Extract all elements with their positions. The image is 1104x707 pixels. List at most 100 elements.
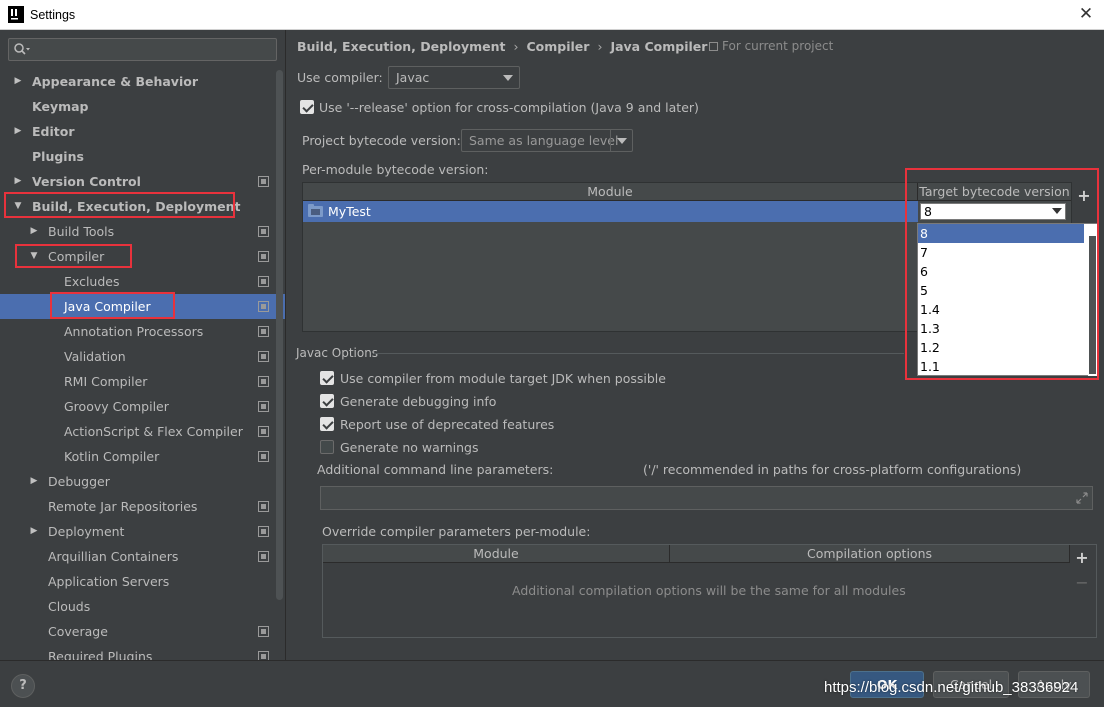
project-bytecode-label: Project bytecode version:	[302, 133, 461, 148]
override-options-header[interactable]: Compilation options	[670, 545, 1070, 563]
dropdown-option[interactable]: 8	[918, 224, 1084, 243]
sidebar-item[interactable]: ▶ Build Tools	[0, 219, 285, 244]
search-input[interactable]	[8, 38, 277, 61]
sidebar-item-label: Remote Jar Repositories	[48, 499, 198, 514]
sidebar-item-label: ActionScript & Flex Compiler	[64, 424, 243, 439]
javac-option-label: Generate no warnings	[340, 440, 479, 455]
target-bytecode-select[interactable]: 8	[920, 203, 1066, 220]
chevron-right-icon[interactable]: ▶	[28, 219, 40, 244]
project-scope-icon	[258, 526, 269, 537]
target-column-header[interactable]: Target bytecode version	[918, 183, 1071, 201]
additional-params-label: Additional command line parameters:	[317, 462, 554, 477]
project-scope-icon	[258, 226, 269, 237]
dropdown-option[interactable]: 5	[918, 281, 1084, 300]
close-icon[interactable]: ✕	[1076, 4, 1096, 24]
sidebar-item[interactable]: RMI Compiler	[0, 369, 285, 394]
sidebar-item[interactable]: ▶ Version Control	[0, 169, 285, 194]
breadcrumb-part: Build, Execution, Deployment	[297, 39, 506, 54]
sidebar-item[interactable]: Arquillian Containers	[0, 544, 285, 569]
use-compiler-value: Javac	[396, 70, 430, 85]
project-scope-icon	[258, 651, 269, 660]
sidebar-item-label: Kotlin Compiler	[64, 449, 160, 464]
breadcrumb-part: Java Compiler	[610, 39, 708, 54]
sidebar-item-label: Plugins	[32, 149, 84, 164]
sidebar-item[interactable]: Excludes	[0, 269, 285, 294]
sidebar-item[interactable]: ▶ Appearance & Behavior	[0, 69, 285, 94]
chevron-right-icon[interactable]: ▶	[28, 519, 40, 544]
section-divider	[374, 353, 904, 354]
javac-option-checkbox[interactable]	[320, 417, 334, 431]
watermark-text: https://blog.csdn.net/github_38336924	[824, 679, 1079, 696]
sidebar-item[interactable]: Required Plugins	[0, 644, 285, 660]
javac-option-checkbox[interactable]	[320, 440, 334, 454]
sidebar-item-label: Annotation Processors	[64, 324, 204, 339]
sidebar-item-label: Java Compiler	[64, 299, 151, 314]
chevron-down-icon	[1052, 208, 1062, 214]
dropdown-option[interactable]: 1.1	[918, 357, 1084, 376]
add-override-button[interactable]: +	[1074, 550, 1090, 566]
sidebar-item[interactable]: Clouds	[0, 594, 285, 619]
sidebar-item-label: RMI Compiler	[64, 374, 148, 389]
chevron-down-icon[interactable]: ▼	[28, 244, 40, 269]
sidebar-item-label: Groovy Compiler	[64, 399, 169, 414]
chevron-right-icon[interactable]: ▶	[12, 69, 24, 94]
dropdown-option[interactable]: 1.2	[918, 338, 1084, 357]
dropdown-scrollbar[interactable]	[1088, 224, 1097, 376]
help-button[interactable]: ?	[11, 674, 35, 698]
table-row[interactable]: MyTest	[303, 201, 918, 222]
sidebar-item[interactable]: Groovy Compiler	[0, 394, 285, 419]
project-scope-icon	[258, 326, 269, 337]
release-option-checkbox[interactable]	[300, 100, 314, 114]
sidebar-item[interactable]: Java Compiler	[0, 294, 285, 319]
project-scope-icon	[258, 276, 269, 287]
sidebar-item[interactable]: Plugins	[0, 144, 285, 169]
use-compiler-select[interactable]: Javac	[388, 66, 520, 89]
sidebar-item[interactable]: Application Servers	[0, 569, 285, 594]
add-module-button[interactable]: +	[1076, 188, 1092, 204]
scope-indicator: For current project	[709, 39, 833, 53]
sidebar-item[interactable]: ▼ Compiler	[0, 244, 285, 269]
dropdown-option[interactable]: 7	[918, 243, 1084, 262]
javac-option-checkbox[interactable]	[320, 394, 334, 408]
dropdown-scrollbar-thumb[interactable]	[1089, 236, 1096, 374]
chevron-right-icon[interactable]: ▶	[12, 169, 24, 194]
override-label: Override compiler parameters per-module:	[322, 524, 591, 539]
sidebar-item-label: Version Control	[32, 174, 141, 189]
sidebar-item[interactable]: Annotation Processors	[0, 319, 285, 344]
javac-option-label: Generate debugging info	[340, 394, 497, 409]
sidebar-item[interactable]: Validation	[0, 344, 285, 369]
sidebar-item[interactable]: ▶ Deployment	[0, 519, 285, 544]
dropdown-option[interactable]: 1.4	[918, 300, 1084, 319]
project-scope-icon	[258, 376, 269, 387]
additional-params-input[interactable]	[320, 486, 1093, 510]
project-scope-icon	[258, 351, 269, 362]
sidebar-item[interactable]: ▶ Debugger	[0, 469, 285, 494]
chevron-right-icon[interactable]: ▶	[28, 469, 40, 494]
project-scope-icon	[258, 176, 269, 187]
sidebar-item[interactable]: ▼ Build, Execution, Deployment	[0, 194, 285, 219]
override-module-header[interactable]: Module	[323, 545, 670, 563]
javac-option-label: Use compiler from module target JDK when…	[340, 371, 666, 386]
chevron-down-icon[interactable]: ▼	[12, 194, 24, 219]
expand-icon[interactable]	[1076, 492, 1088, 504]
dropdown-option[interactable]: 6	[918, 262, 1084, 281]
sidebar-item[interactable]: Coverage	[0, 619, 285, 644]
sidebar-item[interactable]: ActionScript & Flex Compiler	[0, 419, 285, 444]
title-bar: Settings ✕	[0, 0, 1104, 30]
sidebar-item[interactable]: Remote Jar Repositories	[0, 494, 285, 519]
sidebar-item[interactable]: Kotlin Compiler	[0, 444, 285, 469]
project-bytecode-select[interactable]: Same as language level	[461, 129, 633, 152]
sidebar-item[interactable]: Keymap	[0, 94, 285, 119]
sidebar-scrollbar[interactable]	[276, 70, 283, 600]
sidebar-item[interactable]: ▶ Editor	[0, 119, 285, 144]
remove-override-button[interactable]: −	[1074, 575, 1090, 591]
javac-option-checkbox[interactable]	[320, 371, 334, 385]
project-bytecode-value: Same as language level	[469, 133, 619, 148]
project-scope-icon	[258, 551, 269, 562]
project-scope-icon	[258, 451, 269, 462]
override-table: Module Compilation options Additional co…	[322, 544, 1097, 638]
sidebar-item-label: Clouds	[48, 599, 91, 614]
chevron-right-icon[interactable]: ▶	[12, 119, 24, 144]
module-column-header[interactable]: Module	[303, 183, 918, 201]
dropdown-option[interactable]: 1.3	[918, 319, 1084, 338]
